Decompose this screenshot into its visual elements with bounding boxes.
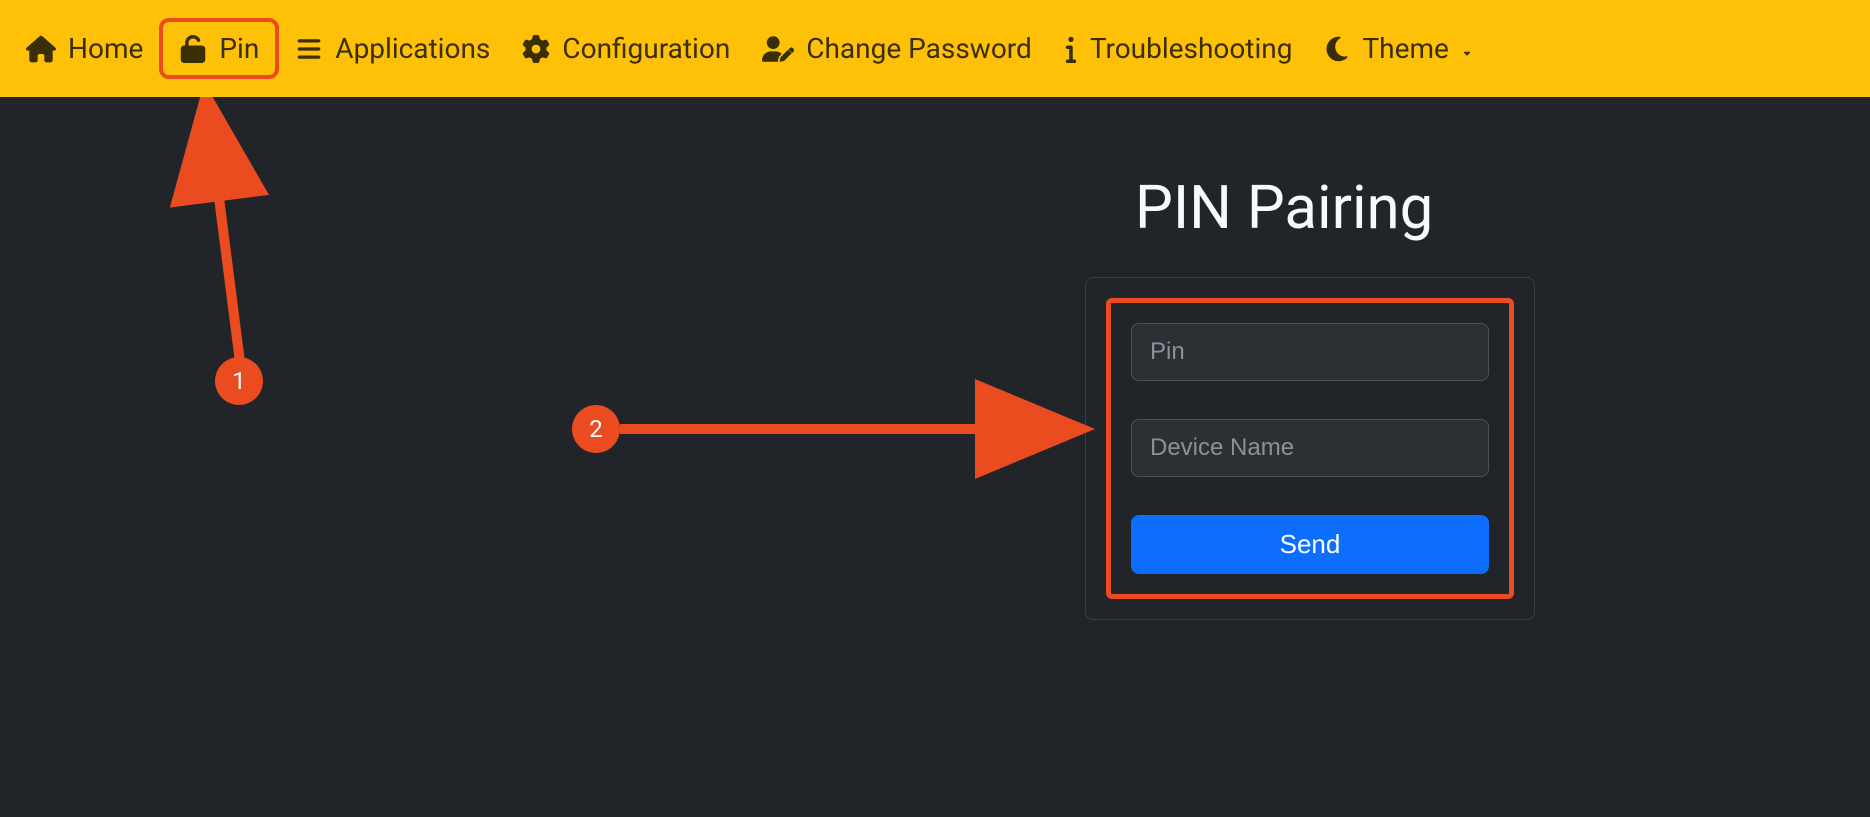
nav-troubleshooting-label: Troubleshooting xyxy=(1090,32,1293,65)
nav-applications[interactable]: Applications xyxy=(279,24,506,73)
gear-icon xyxy=(522,35,550,63)
pin-input[interactable] xyxy=(1131,323,1489,381)
home-icon xyxy=(26,35,56,63)
caret-down-icon xyxy=(1459,32,1475,65)
annotation-badge-1: 1 xyxy=(215,357,263,405)
nav-pin[interactable]: Pin xyxy=(159,18,279,79)
nav-configuration-label: Configuration xyxy=(562,32,730,65)
page-title: PIN Pairing xyxy=(1135,172,1433,243)
moon-icon xyxy=(1324,35,1350,63)
pairing-form-highlight: Send xyxy=(1106,298,1514,599)
bars-icon xyxy=(295,36,323,62)
nav-applications-label: Applications xyxy=(335,32,490,65)
nav-pin-label: Pin xyxy=(219,32,259,65)
pairing-card: Send xyxy=(1085,277,1535,620)
device-name-input[interactable] xyxy=(1131,419,1489,477)
nav-configuration[interactable]: Configuration xyxy=(506,24,746,73)
nav-home[interactable]: Home xyxy=(10,24,159,73)
navbar: Home Pin Applications Configuration Chan… xyxy=(0,0,1870,97)
nav-change-password[interactable]: Change Password xyxy=(746,24,1048,73)
user-shield-icon xyxy=(762,35,794,63)
nav-theme[interactable]: Theme xyxy=(1308,24,1490,73)
info-icon xyxy=(1064,35,1078,63)
nav-troubleshooting[interactable]: Troubleshooting xyxy=(1048,24,1309,73)
annotation-badge-2: 2 xyxy=(572,405,620,453)
main-content: PIN Pairing Send 1 2 xyxy=(0,97,1870,816)
nav-home-label: Home xyxy=(68,32,143,65)
send-button[interactable]: Send xyxy=(1131,515,1489,574)
nav-change-password-label: Change Password xyxy=(806,32,1032,65)
nav-theme-label: Theme xyxy=(1362,32,1448,65)
annotation-overlay xyxy=(0,97,1870,817)
unlock-icon xyxy=(179,35,207,63)
